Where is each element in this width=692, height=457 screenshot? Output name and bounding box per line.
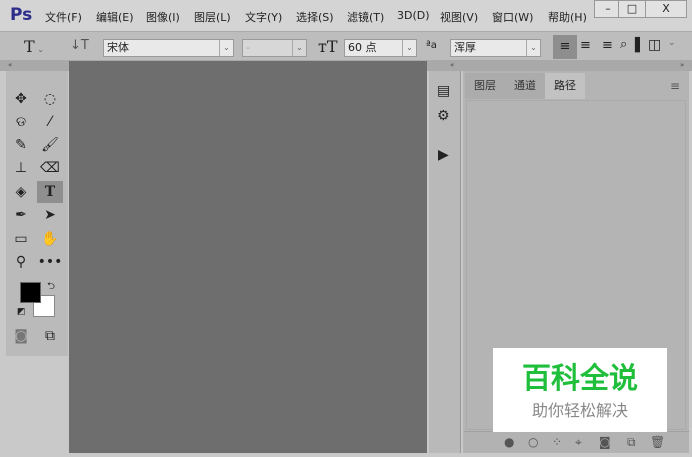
rectangle-tool-icon[interactable]: ▭ bbox=[8, 228, 34, 250]
menu-image[interactable]: 图像(I) bbox=[146, 9, 180, 25]
text-color-swatch[interactable]: ▌ bbox=[635, 38, 645, 53]
actions-play-icon[interactable]: ▶ bbox=[438, 147, 449, 163]
expand-right-icon[interactable]: » bbox=[680, 61, 684, 69]
brush-tool-icon[interactable]: 🖌 bbox=[37, 134, 63, 156]
menu-type[interactable]: 文字(Y) bbox=[245, 9, 282, 25]
move-tool-icon[interactable]: ✥ bbox=[8, 88, 34, 110]
fill-path-icon[interactable]: ● bbox=[504, 435, 514, 449]
screen-mode-icon[interactable]: ⧉ bbox=[37, 325, 63, 347]
default-colors-icon[interactable]: ◩ bbox=[17, 307, 26, 317]
warp-text-icon[interactable]: ⌕ bbox=[620, 37, 627, 52]
type-tool-preset-icon[interactable]: T ⌄ bbox=[24, 37, 44, 56]
ps-logo: Ps bbox=[10, 5, 33, 25]
marquee-tool-icon[interactable]: ◌ bbox=[37, 88, 63, 110]
eyedropper-tool-icon[interactable]: ✎ bbox=[8, 134, 34, 156]
menu-edit[interactable]: 编辑(E) bbox=[96, 9, 134, 25]
watermark-subtitle: 助你轻松解决 bbox=[531, 401, 628, 420]
new-path-icon[interactable]: ⧉ bbox=[627, 435, 636, 450]
stroke-path-icon[interactable]: ○ bbox=[528, 435, 538, 449]
load-selection-icon[interactable]: ⁘ bbox=[552, 435, 562, 449]
watermark: 百科全说 助你轻松解决 bbox=[493, 348, 667, 432]
character-panel-toggle-icon[interactable]: ◫ bbox=[648, 37, 661, 53]
antialias-value: 浑厚 bbox=[454, 41, 476, 54]
antialias-icon: ªa bbox=[426, 40, 437, 51]
font-style-select[interactable]: - ⌄ bbox=[242, 39, 307, 57]
panel-menu-icon[interactable]: ≡ bbox=[670, 79, 680, 93]
pen-tool-icon[interactable]: ✒ bbox=[8, 204, 34, 226]
chevron-down-icon: ⌄ bbox=[526, 40, 540, 56]
font-style-value: - bbox=[246, 41, 250, 54]
swap-colors-icon[interactable]: ⮌ bbox=[47, 279, 55, 296]
properties-panel-icon[interactable]: ⚙ bbox=[437, 108, 450, 124]
font-size-icon: ᴛT bbox=[318, 37, 338, 56]
menu-view[interactable]: 视图(V) bbox=[440, 9, 478, 25]
collapse-left-icon[interactable]: « bbox=[8, 61, 12, 69]
more-tools-icon[interactable]: ••• bbox=[37, 251, 63, 273]
lasso-tool-icon[interactable]: ଡ bbox=[8, 111, 34, 133]
zoom-tool-icon[interactable]: ⚲ bbox=[8, 251, 34, 273]
align-center-button[interactable]: ≡ bbox=[580, 38, 591, 53]
menu-bar: Ps 文件(F) 编辑(E) 图像(I) 图层(L) 文字(Y) 选择(S) 滤… bbox=[0, 0, 692, 31]
tab-channels[interactable]: 通道 bbox=[505, 73, 545, 99]
font-family-value: 宋体 bbox=[107, 41, 129, 54]
menu-file[interactable]: 文件(F) bbox=[45, 9, 82, 25]
tab-paths[interactable]: 路径 bbox=[545, 73, 585, 99]
menu-window[interactable]: 窗口(W) bbox=[492, 9, 533, 25]
options-bar: T ⌄ ↓T 宋体 ⌄ - ⌄ ᴛT 60 点 ⌄ ªa 浑厚 ⌄ ≡ ≡ ≡ ⌕ ▌ … bbox=[0, 31, 692, 61]
paint-bucket-tool-icon[interactable]: ◈ bbox=[8, 181, 34, 203]
chevron-down-icon[interactable]: ⌄ bbox=[668, 38, 676, 48]
chevron-down-icon: ⌄ bbox=[219, 40, 233, 56]
add-mask-icon[interactable]: ◙ bbox=[599, 435, 611, 449]
collapse-dock-icon[interactable]: « bbox=[450, 61, 454, 69]
quick-mask-icon[interactable]: ◙ bbox=[8, 325, 34, 347]
canvas-area[interactable] bbox=[69, 61, 427, 453]
chevron-down-icon: ⌄ bbox=[292, 40, 306, 56]
stamp-tool-icon[interactable]: ⊥ bbox=[8, 157, 34, 179]
type-tool-icon[interactable]: T bbox=[37, 181, 63, 203]
panel-dock: ▤ ⚙ ▶ bbox=[429, 71, 461, 453]
antialias-select[interactable]: 浑厚 ⌄ bbox=[450, 39, 541, 57]
font-size-select[interactable]: 60 点 ⌄ bbox=[344, 39, 417, 57]
hand-tool-icon[interactable]: ✋ bbox=[37, 228, 63, 250]
menu-help[interactable]: 帮助(H) bbox=[548, 9, 587, 25]
align-left-button[interactable]: ≡ bbox=[553, 35, 577, 59]
align-right-button[interactable]: ≡ bbox=[602, 38, 613, 53]
menu-select[interactable]: 选择(S) bbox=[296, 9, 334, 25]
watermark-title: 百科全说 bbox=[521, 361, 638, 395]
path-selection-tool-icon[interactable]: ➤ bbox=[37, 204, 63, 226]
make-work-path-icon[interactable]: ⌖ bbox=[575, 435, 582, 450]
tab-layers[interactable]: 图层 bbox=[465, 73, 505, 99]
chevron-down-icon: ⌄ bbox=[402, 40, 416, 56]
foreground-color-swatch[interactable] bbox=[20, 282, 41, 303]
toolbox: ✥ ◌ ଡ ⁄ ✎ 🖌 ⊥ ⌫ ◈ T ✒ ➤ ▭ ✋ ⚲ ••• ⮌ ◩ ◙ … bbox=[6, 71, 68, 356]
menu-filter[interactable]: 滤镜(T) bbox=[347, 9, 384, 25]
font-family-select[interactable]: 宋体 ⌄ bbox=[103, 39, 234, 57]
delete-path-icon[interactable]: 🗑 bbox=[650, 435, 665, 449]
font-size-value: 60 点 bbox=[348, 41, 377, 54]
menu-layer[interactable]: 图层(L) bbox=[194, 9, 231, 25]
maximize-button[interactable]: □ bbox=[618, 0, 646, 18]
menu-3d[interactable]: 3D(D) bbox=[397, 9, 430, 22]
eraser-tool-icon[interactable]: ⌫ bbox=[37, 157, 63, 179]
history-panel-icon[interactable]: ▤ bbox=[437, 83, 450, 99]
paths-panel-footer: ● ○ ⁘ ⌖ ◙ ⧉ 🗑 bbox=[464, 431, 689, 452]
close-button[interactable]: X bbox=[645, 0, 687, 18]
vertical-text-toggle-icon[interactable]: ↓T bbox=[70, 38, 89, 53]
magic-wand-tool-icon[interactable]: ⁄ bbox=[37, 111, 63, 133]
